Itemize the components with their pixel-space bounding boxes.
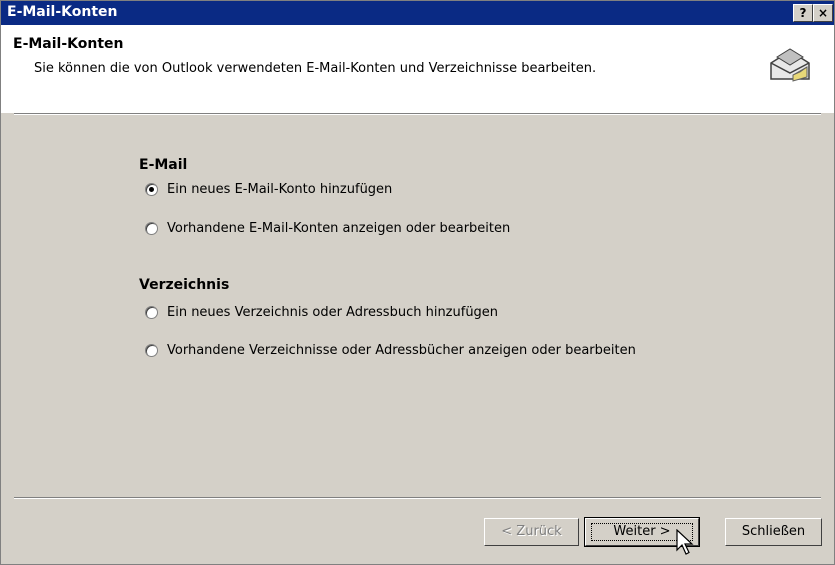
radio-label: Ein neues Verzeichnis oder Adressbuch hi…: [167, 304, 499, 320]
directory-section-label: Verzeichnis: [139, 277, 230, 293]
radio-edit-directories[interactable]: Vorhandene Verzeichnisse oder Adressbüch…: [145, 340, 636, 360]
close-button[interactable]: Schließen: [725, 518, 822, 546]
footer-separator: [14, 497, 821, 499]
radio-add-directory[interactable]: Ein neues Verzeichnis oder Adressbuch hi…: [145, 302, 498, 322]
radio-label: Vorhandene E-Mail-Konten anzeigen oder b…: [167, 220, 511, 236]
mouse-pointer-icon: [676, 529, 694, 555]
header-title: E-Mail-Konten: [13, 36, 124, 52]
help-button[interactable]: ?: [793, 4, 813, 22]
window-title: E-Mail-Konten: [7, 4, 118, 20]
radio-button[interactable]: [145, 305, 158, 319]
email-accounts-dialog: E-Mail-Konten ? × E-Mail-Konten Sie könn…: [0, 0, 835, 565]
radio-add-email-account[interactable]: Ein neues E-Mail-Konto hinzufügen: [145, 179, 392, 199]
title-bar[interactable]: E-Mail-Konten ? ×: [1, 1, 834, 25]
radio-label: Vorhandene Verzeichnisse oder Adressbüch…: [167, 342, 636, 358]
radio-button[interactable]: [145, 343, 158, 357]
close-window-button[interactable]: ×: [813, 4, 833, 22]
email-section-label: E-Mail: [139, 157, 188, 173]
radio-edit-email-accounts[interactable]: Vorhandene E-Mail-Konten anzeigen oder b…: [145, 218, 510, 238]
back-button[interactable]: < Zurück: [484, 518, 579, 546]
radio-label: Ein neues E-Mail-Konto hinzufügen: [167, 181, 393, 197]
mail-accounts-icon: [770, 48, 810, 82]
header-separator: [14, 113, 821, 115]
header-subtitle: Sie können die von Outlook verwendeten E…: [34, 61, 597, 76]
radio-button-selected[interactable]: [145, 182, 158, 196]
radio-button[interactable]: [145, 221, 158, 235]
